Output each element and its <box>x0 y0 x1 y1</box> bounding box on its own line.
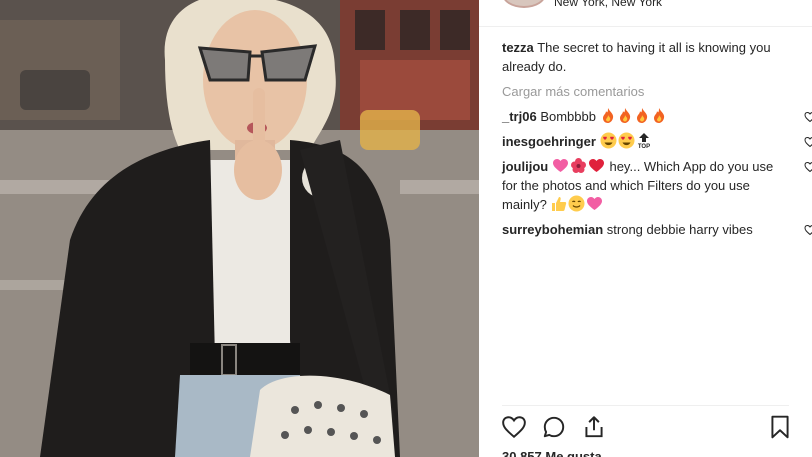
comment-item: inesgoehringer TOP <box>502 132 812 151</box>
caption-text: The secret to having it all is knowing y… <box>502 40 771 74</box>
emoji-group-after <box>550 195 604 212</box>
comment-username[interactable]: inesgoehringer <box>502 134 596 149</box>
comment-item: surreybohemian strong debbie harry vibes <box>502 220 812 239</box>
heart-eyes-emoji-group: TOP <box>600 132 653 149</box>
smile-icon <box>568 195 585 212</box>
comment-icon[interactable] <box>541 414 567 440</box>
emoji-group-before <box>552 158 610 174</box>
comment-like-heart-icon[interactable] <box>804 136 812 148</box>
fire-icon <box>653 108 664 123</box>
heart-eyes-icon <box>618 132 635 149</box>
post-caption: tezza The secret to having it all is kno… <box>502 38 802 76</box>
bookmark-icon[interactable] <box>767 414 793 440</box>
post-side-panel: New York, New York tezza The secret to h… <box>479 0 812 457</box>
caption-username[interactable]: tezza <box>502 40 534 55</box>
post-location[interactable]: New York, New York <box>554 0 662 9</box>
heart-eyes-icon <box>600 132 617 149</box>
post-actions-bar <box>479 414 812 444</box>
comment-item: _trj06 Bombbbb <box>502 107 812 126</box>
fire-emoji-group <box>600 108 668 124</box>
comment-text: Bombbbb <box>540 109 596 124</box>
share-icon[interactable] <box>581 414 607 440</box>
likes-count[interactable]: 30.857 Me gusta <box>502 449 602 457</box>
comment-username[interactable]: _trj06 <box>502 109 537 124</box>
thumbs-up-icon <box>552 197 567 211</box>
fire-icon <box>619 108 630 123</box>
photo-illustration <box>0 0 479 457</box>
load-more-comments-button[interactable]: Cargar más comentarios <box>502 82 802 101</box>
comment-like-heart-icon[interactable] <box>804 161 812 173</box>
comments-list: tezza The secret to having it all is kno… <box>502 38 812 245</box>
comment-like-heart-icon[interactable] <box>804 224 812 236</box>
svg-text:TOP: TOP <box>637 144 649 149</box>
avatar[interactable] <box>502 0 546 8</box>
actions-divider <box>502 405 789 406</box>
heart-icon[interactable] <box>501 414 527 440</box>
comment-text: strong debbie harry vibes <box>606 222 753 237</box>
fire-icon <box>602 108 613 123</box>
sparkling-heart-icon <box>587 197 603 210</box>
post-header: New York, New York <box>479 0 812 27</box>
comment-username[interactable]: surreybohemian <box>502 222 603 237</box>
top-arrow-icon: TOP <box>637 133 650 149</box>
hibiscus-icon <box>570 158 586 173</box>
comment-username[interactable]: joulijou <box>502 159 548 174</box>
comment-item: joulijou hey... Which App do you use for… <box>502 157 812 214</box>
fire-icon <box>636 108 647 123</box>
sparkling-heart-icon <box>552 159 568 172</box>
post-photo[interactable] <box>0 0 479 457</box>
comment-like-heart-icon[interactable] <box>804 111 812 123</box>
red-heart-icon <box>588 159 604 172</box>
